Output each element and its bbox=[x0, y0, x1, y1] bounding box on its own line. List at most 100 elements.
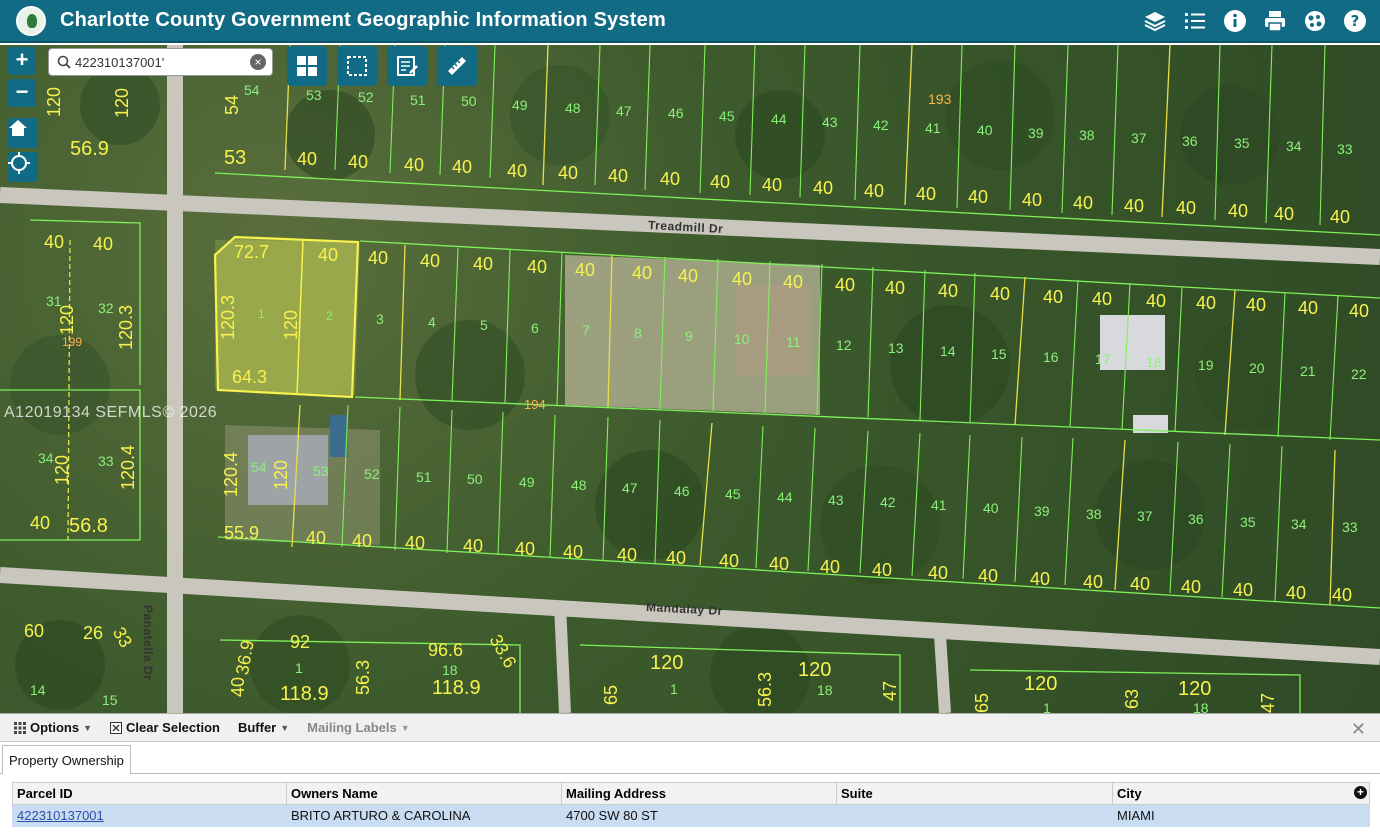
lot-number: 52 bbox=[358, 89, 374, 105]
mailing-labels-menu[interactable]: Mailing Labels ▼ bbox=[307, 720, 410, 735]
locate-icon bbox=[8, 152, 30, 174]
lot-number: 51 bbox=[410, 92, 426, 108]
dim-label: 40 bbox=[1130, 574, 1151, 594]
column-header[interactable]: Mailing Address bbox=[561, 782, 837, 805]
buffer-menu[interactable]: Buffer ▼ bbox=[238, 720, 289, 735]
lot-number: 38 bbox=[1079, 127, 1095, 143]
table-row[interactable]: 422310137001 BRITO ARTURO & CAROLINA 470… bbox=[12, 804, 1370, 827]
dim-label: 120 bbox=[57, 304, 77, 335]
help-icon[interactable]: ? bbox=[1342, 8, 1368, 34]
column-header[interactable]: Suite bbox=[836, 782, 1113, 805]
measure-button[interactable] bbox=[437, 46, 477, 86]
dim-label: 40 bbox=[938, 281, 959, 301]
info-icon[interactable] bbox=[1222, 8, 1248, 34]
dim-label: 120.3 bbox=[116, 304, 136, 350]
clear-search-icon[interactable]: × bbox=[250, 54, 266, 70]
dim-label: 40 bbox=[820, 557, 841, 577]
dim-label: 40 bbox=[732, 269, 753, 289]
home-icon bbox=[9, 120, 27, 136]
dim-label: 40 bbox=[783, 272, 804, 292]
lot-number: 43 bbox=[828, 492, 844, 508]
zoom-in-button[interactable]: + bbox=[8, 47, 36, 75]
lot-number: 47 bbox=[622, 480, 638, 496]
dim-label: 40 bbox=[44, 232, 65, 252]
lot-number: 33 bbox=[98, 453, 114, 469]
lot-number: 46 bbox=[668, 105, 684, 121]
lot-number: 50 bbox=[461, 93, 477, 109]
options-menu[interactable]: Options ▼ bbox=[14, 720, 92, 735]
dim-label: 40 bbox=[968, 187, 989, 207]
dim-label: 120 bbox=[271, 459, 291, 490]
clear-selection-button[interactable]: Clear Selection bbox=[110, 720, 220, 735]
dim-label: 40 bbox=[762, 175, 783, 195]
lot-number: 1 bbox=[670, 681, 678, 697]
layers-icon[interactable] bbox=[1142, 8, 1168, 34]
selection-box-icon bbox=[347, 56, 367, 76]
lot-number: 40 bbox=[983, 500, 999, 516]
basemap-grid-button[interactable] bbox=[287, 46, 327, 86]
parcel-id-cell: 422310137001 bbox=[12, 804, 287, 827]
tools-icon[interactable] bbox=[1302, 8, 1328, 34]
lot-number: 18 bbox=[817, 682, 833, 698]
edit-notes-icon bbox=[397, 56, 418, 76]
zoom-out-button[interactable]: − bbox=[8, 79, 36, 107]
locate-button[interactable] bbox=[8, 152, 38, 182]
notes-button[interactable] bbox=[387, 46, 427, 86]
column-header[interactable]: Parcel ID bbox=[12, 782, 287, 805]
map-view[interactable]: Treadmill Dr Mandalay Dr Panatella Dr 72… bbox=[0, 45, 1380, 713]
clear-box-icon bbox=[110, 721, 123, 734]
search-input[interactable] bbox=[75, 54, 235, 70]
lot-number: 52 bbox=[364, 466, 380, 482]
lot-number: 44 bbox=[777, 489, 793, 505]
dim-label: 120 bbox=[112, 87, 132, 118]
lot-number: 16 bbox=[1043, 349, 1059, 365]
dim-label: 54 bbox=[222, 94, 242, 115]
street-label: Panatella Dr bbox=[141, 605, 155, 681]
lot-number: 53 bbox=[313, 463, 329, 479]
ruler-icon bbox=[448, 57, 466, 75]
dim-label: 40 bbox=[463, 536, 484, 556]
dim-label: 40 bbox=[515, 539, 536, 559]
results-tabs: Property Ownership bbox=[0, 742, 1380, 774]
dim-label: 40 bbox=[1022, 190, 1043, 210]
lot-number: 39 bbox=[1034, 503, 1050, 519]
suite-cell bbox=[836, 804, 1113, 827]
lot-number: 14 bbox=[940, 343, 956, 359]
lot-number: 13 bbox=[888, 340, 904, 356]
dim-label: 120.4 bbox=[118, 444, 138, 490]
lot-number: 47 bbox=[616, 103, 632, 119]
dim-label: 40 bbox=[1146, 291, 1167, 311]
lot-number: 32 bbox=[98, 300, 114, 316]
lot-number: 54 bbox=[251, 459, 267, 475]
column-header[interactable]: City + bbox=[1112, 782, 1370, 805]
dim-label: 40 bbox=[678, 266, 699, 286]
lot-number: 43 bbox=[822, 114, 838, 130]
dim-label: 120 bbox=[52, 454, 72, 485]
column-header[interactable]: Owners Name bbox=[286, 782, 562, 805]
legend-list-icon[interactable] bbox=[1182, 8, 1208, 34]
dim-label: 40 bbox=[558, 163, 579, 183]
home-extent-button[interactable] bbox=[8, 118, 38, 148]
dim-label: 120 bbox=[44, 86, 64, 117]
close-panel-icon[interactable]: ✕ bbox=[1351, 719, 1366, 740]
chevron-down-icon: ▼ bbox=[280, 722, 290, 733]
select-area-button[interactable] bbox=[337, 46, 377, 86]
results-panel: Options ▼ Clear Selection Buffer ▼ Maili… bbox=[0, 713, 1380, 835]
lot-number: 15 bbox=[102, 692, 118, 708]
grid-menu-icon bbox=[14, 721, 26, 734]
parcel-id-link[interactable]: 422310137001 bbox=[17, 808, 104, 823]
dim-label: 40 bbox=[666, 548, 687, 568]
tab-property-ownership[interactable]: Property Ownership bbox=[2, 745, 131, 774]
print-icon[interactable] bbox=[1262, 8, 1288, 34]
add-column-icon[interactable]: + bbox=[1354, 786, 1367, 799]
dim-label: 47 bbox=[880, 680, 900, 701]
lot-number: 15 bbox=[991, 346, 1007, 362]
mailing-labels-label: Mailing Labels bbox=[307, 720, 397, 735]
city-cell: MIAMI bbox=[1112, 804, 1370, 827]
dim-label: 120 bbox=[1178, 678, 1212, 700]
lot-number: 1 bbox=[295, 660, 303, 676]
lot-number: 11 bbox=[786, 334, 801, 350]
lot-number: 17 bbox=[1095, 351, 1111, 367]
dim-label: 40 bbox=[93, 234, 114, 254]
dim-label: 40 bbox=[404, 155, 425, 175]
